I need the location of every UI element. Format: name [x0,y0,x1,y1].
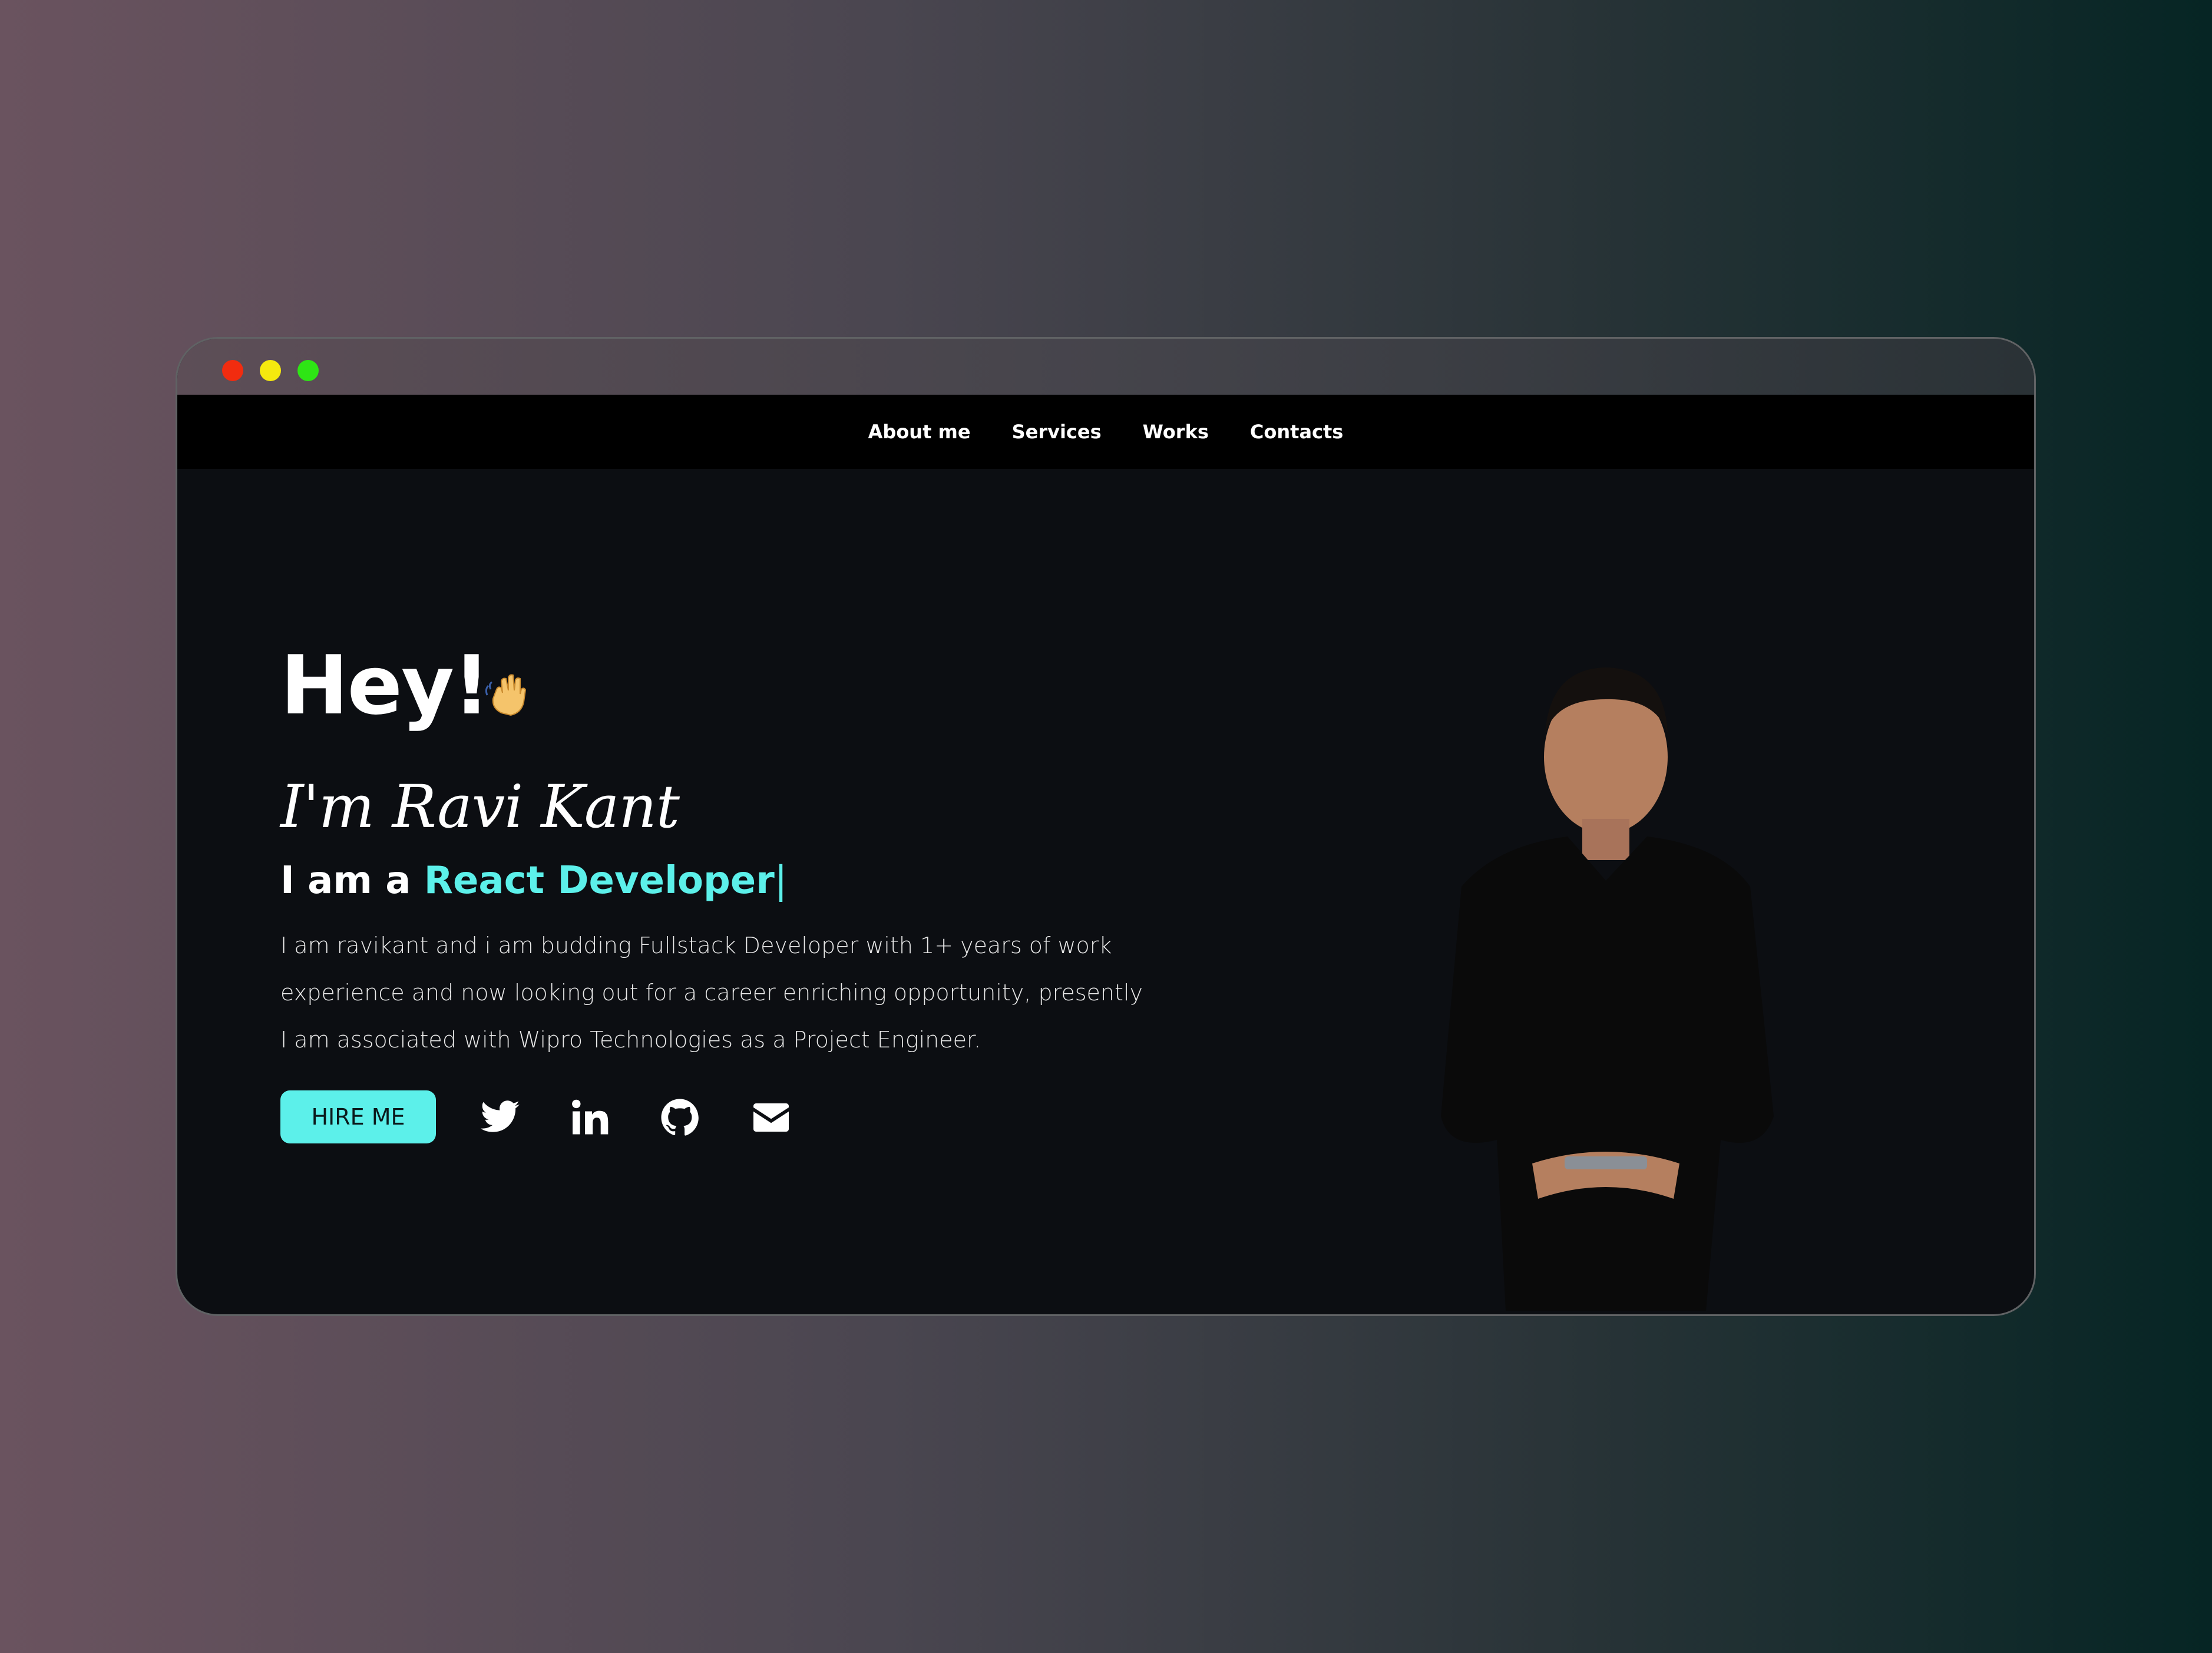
hero-greeting: Hey! [280,638,490,733]
nav-link-works[interactable]: Works [1143,421,1209,443]
hero-role: I am a React Developer| [280,862,787,900]
role-highlight: React Developer [424,859,775,902]
email-icon[interactable] [750,1096,792,1139]
profile-photo [1441,667,1774,1311]
role-prefix: I am a [280,859,411,902]
twitter-icon[interactable] [479,1096,521,1139]
hire-me-button[interactable]: HIRE ME [280,1090,436,1143]
typing-cursor: | [774,859,788,902]
nav-link-services[interactable]: Services [1012,421,1102,443]
window-titlebar [177,339,2034,395]
close-window-button[interactable] [222,360,243,381]
browser-window: About me Services Works Contacts Hey! I'… [176,337,2036,1316]
nav-link-contacts[interactable]: Contacts [1250,421,1343,443]
github-icon[interactable] [659,1096,701,1139]
hero-name: I'm Ravi Kant [280,772,680,841]
linkedin-icon[interactable] [569,1096,611,1139]
nav-link-about-me[interactable]: About me [868,421,971,443]
maximize-window-button[interactable] [297,360,319,381]
minimize-window-button[interactable] [260,360,281,381]
hero-bio: I am ravikant and i am budding Fullstack… [280,933,1143,1053]
waving-hand-icon [485,674,527,716]
top-navbar: About me Services Works Contacts [177,395,2034,469]
